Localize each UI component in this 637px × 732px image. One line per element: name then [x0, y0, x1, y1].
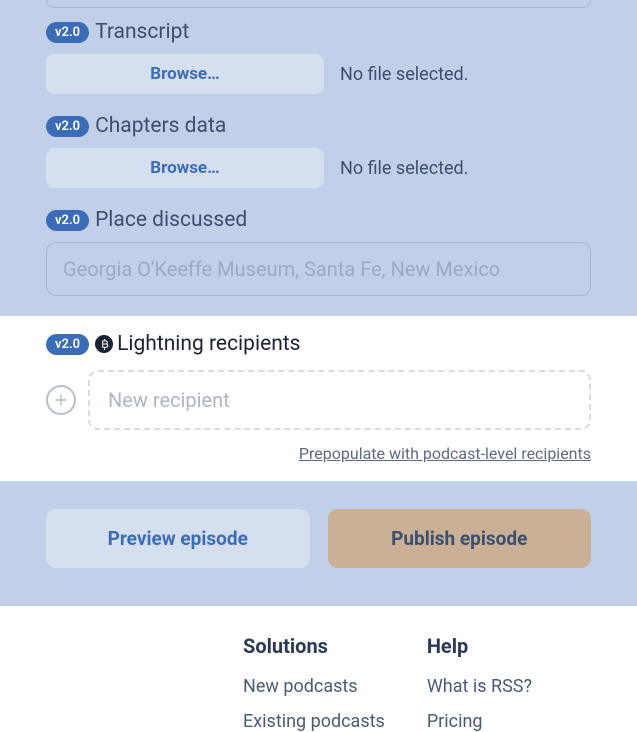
footer-link-existing-podcasts[interactable]: Existing podcasts — [243, 711, 385, 732]
footer-link-pricing[interactable]: Pricing — [427, 711, 532, 732]
add-recipient-button[interactable] — [46, 385, 76, 415]
version-badge: v2.0 — [46, 334, 89, 355]
version-badge: v2.0 — [46, 210, 89, 231]
footer-spacer — [46, 634, 201, 732]
recipient-row — [46, 370, 591, 430]
publish-episode-button[interactable]: Publish episode — [328, 509, 592, 568]
chapters-field: v2.0 Chapters data Browse… No file selec… — [0, 114, 637, 188]
version-badge: v2.0 — [46, 22, 89, 43]
transcript-browse-button[interactable]: Browse… — [46, 54, 324, 94]
chapters-browse-button[interactable]: Browse… — [46, 148, 324, 188]
footer-solutions-heading: Solutions — [243, 634, 385, 658]
preview-episode-button[interactable]: Preview episode — [46, 509, 310, 568]
lightning-section: v2.0 Lightning recipients Prepopulate wi… — [0, 316, 637, 481]
transcript-label-text: Transcript — [95, 20, 189, 44]
chapters-file-status: No file selected. — [340, 158, 468, 179]
transcript-file-status: No file selected. — [340, 64, 468, 85]
footer-link-what-is-rss[interactable]: What is RSS? — [427, 676, 532, 697]
transcript-field: v2.0 Transcript Browse… No file selected… — [0, 20, 637, 94]
footer-help: Help What is RSS? Pricing — [427, 634, 532, 732]
cropped-field-top — [0, 0, 637, 20]
footer-solutions: Solutions New podcasts Existing podcasts — [243, 634, 385, 732]
chapters-label: v2.0 Chapters data — [46, 114, 591, 138]
recipient-input[interactable] — [88, 370, 591, 430]
chapters-file-row: Browse… No file selected. — [46, 148, 591, 188]
place-field: v2.0 Place discussed — [0, 208, 637, 296]
lightning-label-text: Lightning recipients — [117, 332, 300, 356]
footer-link-new-podcasts[interactable]: New podcasts — [243, 676, 385, 697]
action-row: Preview episode Publish episode — [0, 481, 637, 606]
place-label: v2.0 Place discussed — [46, 208, 591, 232]
transcript-label: v2.0 Transcript — [46, 20, 591, 44]
footer-help-heading: Help — [427, 634, 532, 658]
place-label-text: Place discussed — [95, 208, 247, 232]
transcript-file-row: Browse… No file selected. — [46, 54, 591, 94]
plus-icon — [53, 392, 69, 408]
version-badge: v2.0 — [46, 116, 89, 137]
place-input[interactable] — [46, 242, 591, 296]
prepopulate-link[interactable]: Prepopulate with podcast-level recipient… — [299, 444, 591, 463]
bitcoin-icon — [95, 335, 113, 353]
footer: Solutions New podcasts Existing podcasts… — [0, 606, 637, 732]
lightning-label: v2.0 Lightning recipients — [46, 332, 591, 356]
chapters-label-text: Chapters data — [95, 114, 226, 138]
prepopulate-row: Prepopulate with podcast-level recipient… — [46, 444, 591, 463]
